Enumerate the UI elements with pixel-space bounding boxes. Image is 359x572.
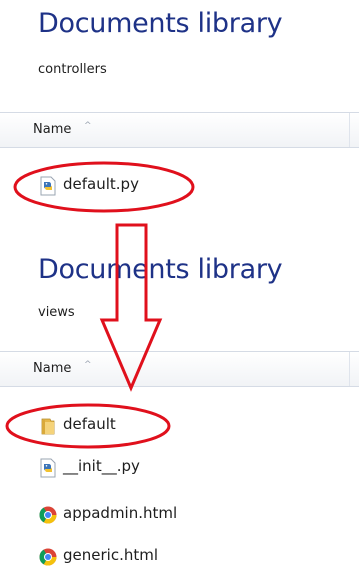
highlight-ellipse-default-folder [5, 403, 171, 449]
down-arrow-annotation [99, 223, 163, 392]
annotation-overlay [5, 161, 195, 449]
highlight-ellipse-default-py [13, 161, 195, 213]
